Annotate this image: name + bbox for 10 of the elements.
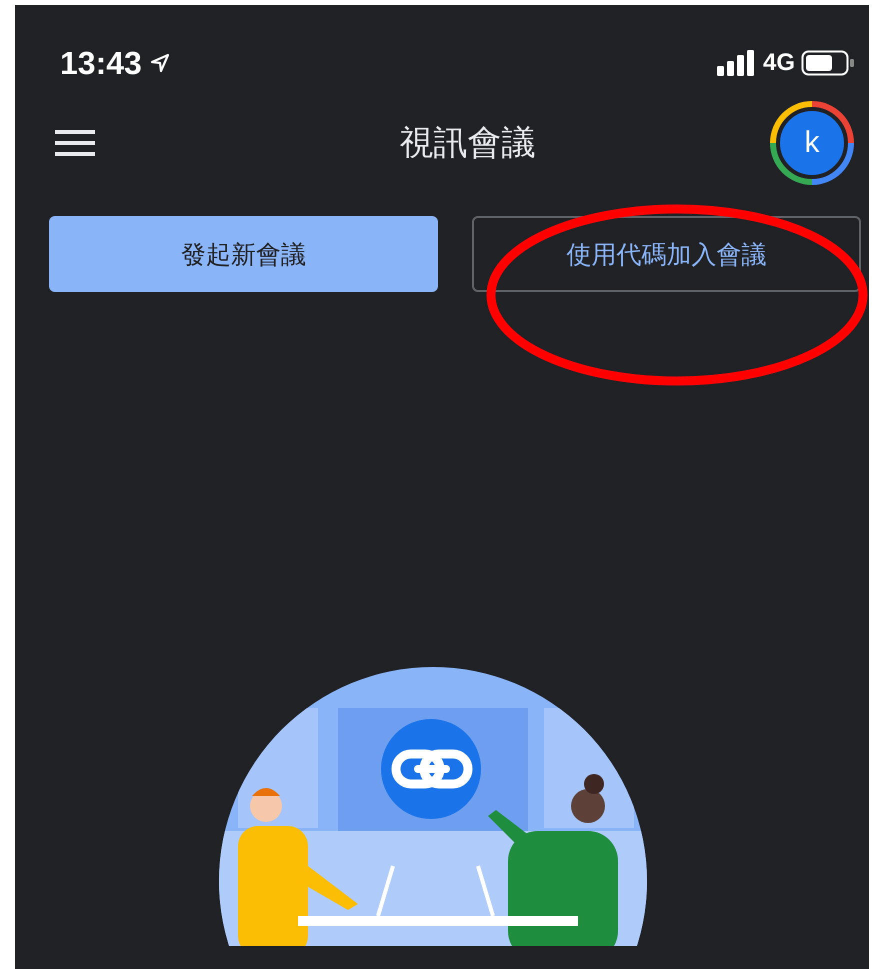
app-title: 視訊會議	[400, 122, 536, 165]
location-arrow-icon	[150, 53, 170, 73]
battery-icon	[801, 50, 855, 76]
new-meeting-button[interactable]: 發起新會議	[49, 216, 438, 292]
clock-time: 13:43	[60, 44, 142, 82]
account-avatar[interactable]: k	[770, 101, 854, 185]
menu-button[interactable]	[55, 128, 95, 158]
signal-icon	[716, 50, 757, 76]
join-with-code-button[interactable]: 使用代碼加入會議	[472, 216, 861, 292]
network-type: 4G	[762, 49, 795, 77]
